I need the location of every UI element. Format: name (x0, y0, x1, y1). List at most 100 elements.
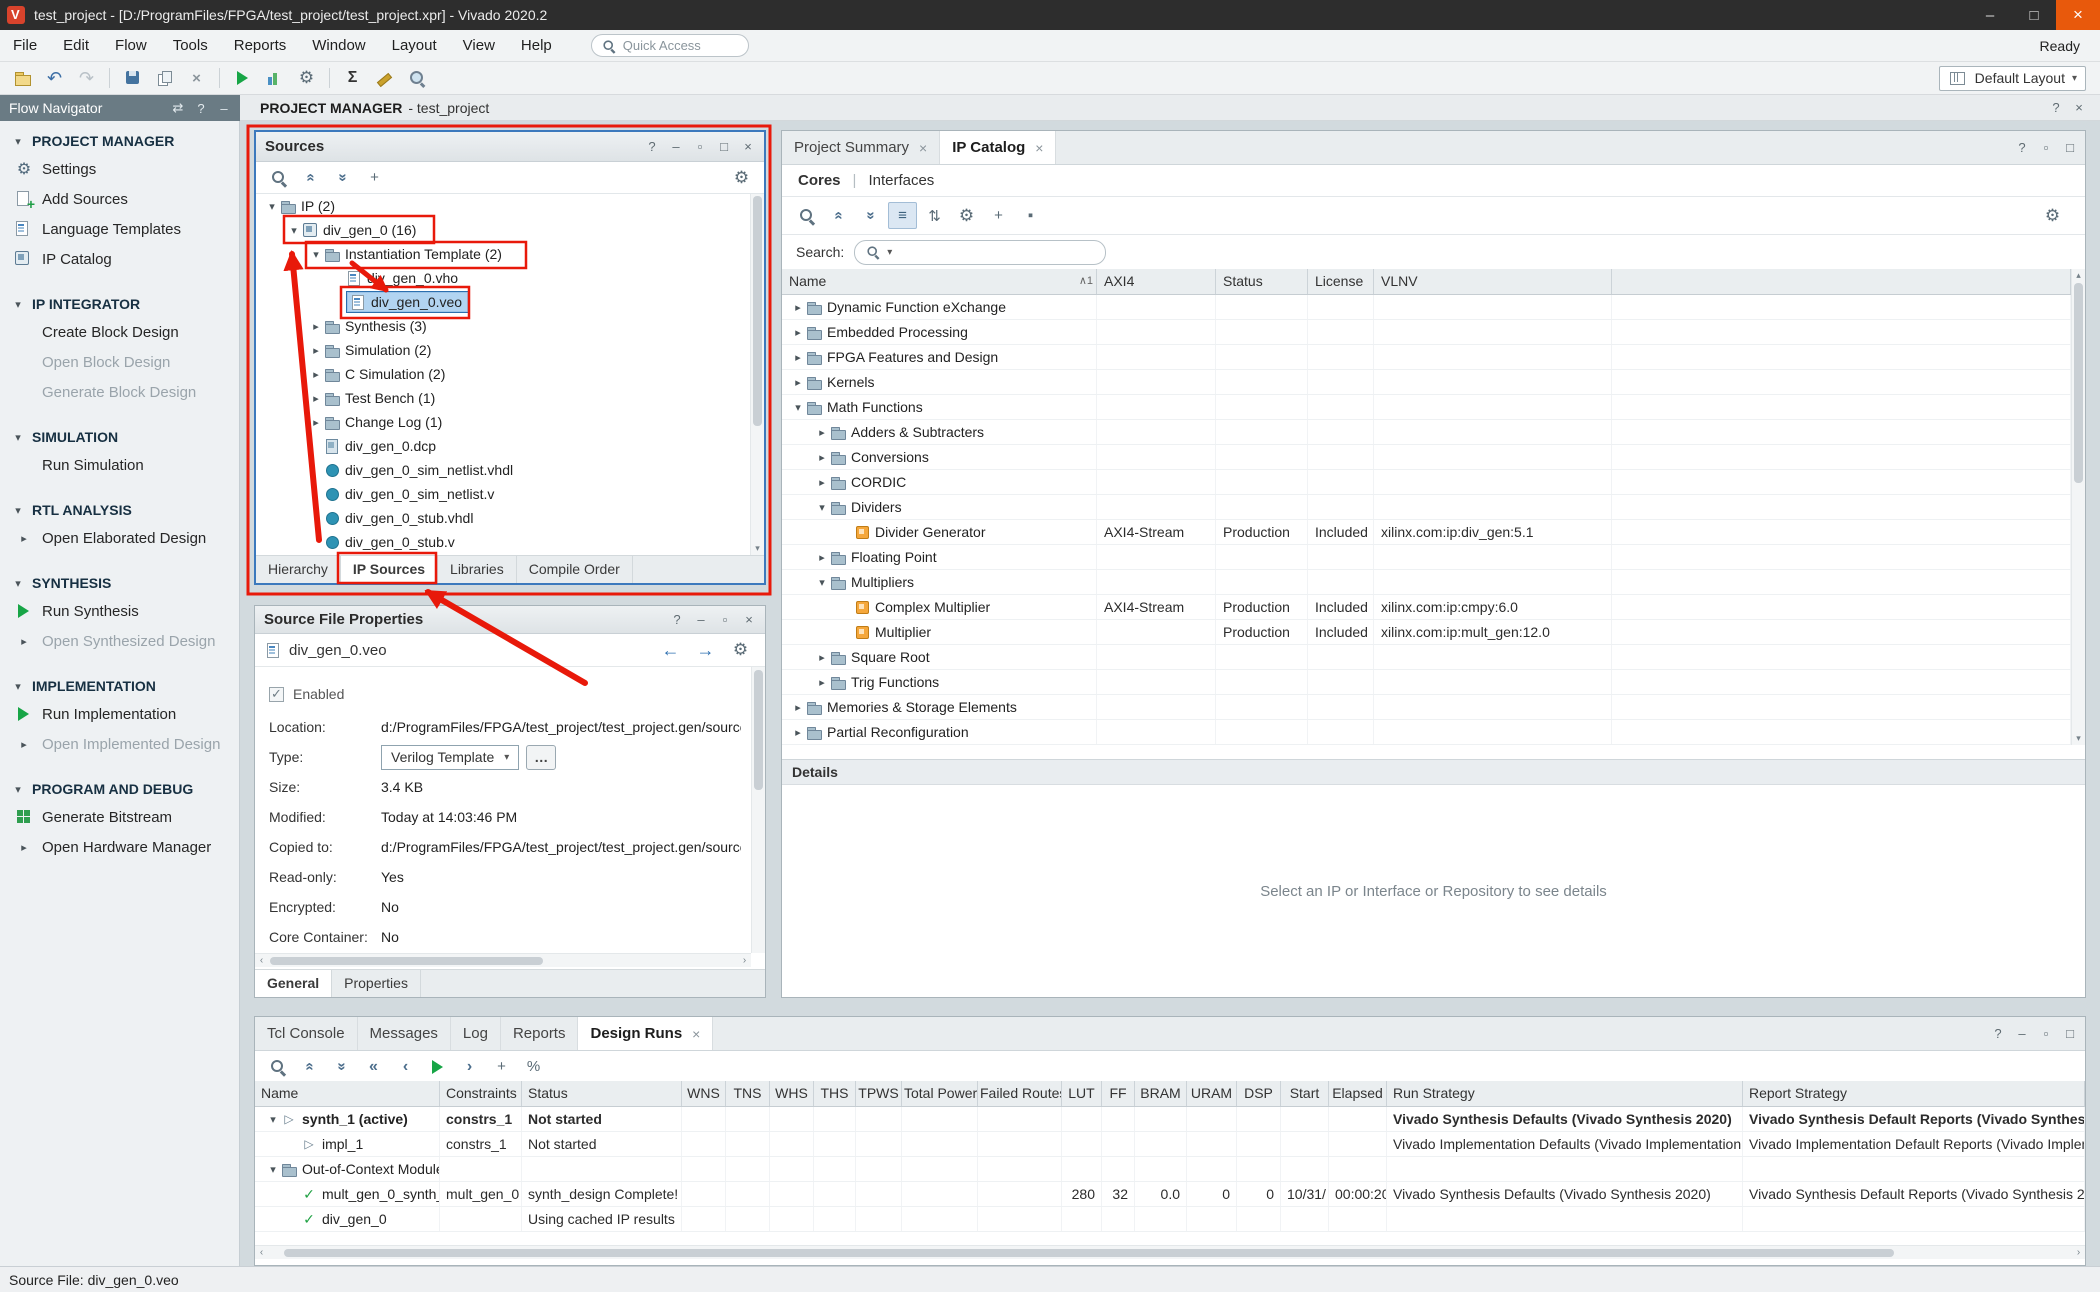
menu-help[interactable]: Help (508, 30, 565, 61)
column-header-start[interactable]: Start (1281, 1081, 1329, 1106)
chevron-right-icon[interactable]: ▸ (790, 726, 806, 739)
collapse-all-button[interactable]: « (824, 202, 853, 229)
tab-ip-catalog[interactable]: IP Catalog× (940, 131, 1056, 164)
ip-catalog-row-kernels[interactable]: ▸Kernels (782, 370, 2071, 395)
quick-access-search[interactable]: Quick Access (591, 34, 749, 57)
settings-button[interactable]: ⚙ (2038, 202, 2067, 229)
source-tree-item-div-gen-0-dcp[interactable]: div_gen_0.dcp (256, 434, 750, 458)
search-button[interactable] (264, 164, 293, 191)
chevron-down-icon[interactable]: ▾ (265, 1163, 281, 1176)
scroll-left-icon[interactable]: ‹ (255, 1247, 268, 1258)
column-header-tns[interactable]: TNS (726, 1081, 770, 1106)
sort-button[interactable]: ⇅ (920, 202, 949, 229)
chevron-right-icon[interactable]: ▸ (16, 635, 32, 648)
help-icon[interactable]: ? (2015, 140, 2029, 155)
sum-button[interactable]: Σ (338, 65, 367, 92)
chevron-right-icon[interactable]: ▸ (16, 532, 32, 545)
ip-catalog-row-adders-subtracters[interactable]: ▸Adders & Subtracters (782, 420, 2071, 445)
source-tree-item-test-bench-1[interactable]: ▸Test Bench (1) (256, 386, 750, 410)
design-run-row-out-of-context-module-runs[interactable]: ▾Out-of-Context Module Runs (255, 1157, 2085, 1182)
column-header-total-power[interactable]: Total Power (902, 1081, 978, 1106)
sidebar-item-open-implemented-design[interactable]: ▸Open Implemented Design (0, 729, 239, 759)
help-icon[interactable]: ? (670, 612, 684, 627)
chevron-right-icon[interactable]: ▸ (16, 841, 32, 854)
help-icon[interactable]: ? (194, 101, 208, 116)
chevron-right-icon[interactable]: ▸ (814, 651, 830, 664)
minimize-icon[interactable]: – (2015, 1026, 2029, 1041)
tab-general[interactable]: General (255, 970, 332, 997)
float-icon[interactable]: ▫ (718, 612, 732, 627)
group-by-category-button[interactable]: ≡ (888, 202, 917, 229)
column-header-name[interactable]: Name (255, 1081, 440, 1106)
pencil-button[interactable] (370, 65, 399, 92)
sidebar-item-open-block-design[interactable]: Open Block Design (0, 347, 239, 377)
collapse-all-button[interactable]: « (295, 1053, 324, 1080)
collapse-all-button[interactable]: « (296, 164, 325, 191)
column-header-ths[interactable]: THS (814, 1081, 856, 1106)
column-header-status[interactable]: Status (1216, 269, 1308, 294)
chevron-right-icon[interactable]: ▸ (790, 351, 806, 364)
tab-log[interactable]: Log (451, 1017, 501, 1050)
enabled-checkbox[interactable] (269, 687, 284, 702)
play-button[interactable] (423, 1053, 452, 1080)
chevron-right-icon[interactable]: ▸ (814, 426, 830, 439)
back-button[interactable]: ← (656, 637, 685, 664)
chevron-down-icon[interactable]: ▾ (10, 680, 26, 693)
source-tree-item-synthesis-3[interactable]: ▸Synthesis (3) (256, 314, 750, 338)
chevron-right-icon[interactable]: ▸ (814, 551, 830, 564)
tab-tcl-console[interactable]: Tcl Console (255, 1017, 358, 1050)
chevron-right-icon[interactable]: ▸ (814, 451, 830, 464)
scroll-right-icon[interactable]: › (738, 955, 751, 966)
maximize-button[interactable]: □ (2012, 0, 2056, 30)
source-tree-item-div-gen-0-stub-vhdl[interactable]: div_gen_0_stub.vhdl (256, 506, 750, 530)
column-header-name[interactable]: Name∧1 (782, 269, 1097, 294)
search-button[interactable] (263, 1053, 292, 1080)
play-button[interactable] (228, 65, 257, 92)
prev-button[interactable]: ‹ (391, 1053, 420, 1080)
tab-ip-sources[interactable]: IP Sources (341, 556, 438, 583)
float-icon[interactable]: ▫ (2039, 140, 2053, 155)
chevron-down-icon[interactable]: ▾ (10, 298, 26, 311)
sidebar-section-header[interactable]: ▾PROJECT MANAGER (0, 128, 239, 154)
ip-catalog-row-embedded-processing[interactable]: ▸Embedded Processing (782, 320, 2071, 345)
close-icon[interactable]: × (1035, 140, 1043, 156)
column-header-bram[interactable]: BRAM (1135, 1081, 1187, 1106)
minimize-button[interactable]: – (1968, 0, 2012, 30)
sidebar-section-header[interactable]: ▾RTL ANALYSIS (0, 497, 239, 523)
scroll-up-icon[interactable]: ▴ (2072, 270, 2085, 281)
chevron-right-icon[interactable]: ▸ (308, 344, 324, 357)
tab-compile-order[interactable]: Compile Order (517, 556, 633, 583)
first-button[interactable]: « (359, 1053, 388, 1080)
sidebar-item-open-elaborated-design[interactable]: ▸Open Elaborated Design (0, 523, 239, 553)
source-tree-item-div-gen-0-veo[interactable]: div_gen_0.veo (256, 290, 750, 314)
type-dropdown[interactable]: Verilog Template▾ (381, 745, 519, 770)
redo-button[interactable]: ↷ (72, 65, 101, 92)
ip-catalog-row-dividers[interactable]: ▾Dividers (782, 495, 2071, 520)
chevron-right-icon[interactable]: ▸ (308, 368, 324, 381)
source-tree-item-div-gen-0-stub-v[interactable]: div_gen_0_stub.v (256, 530, 750, 554)
add-button[interactable]: + (487, 1053, 516, 1080)
sidebar-item-generate-bitstream[interactable]: Generate Bitstream (0, 802, 239, 832)
details-button[interactable]: ▪ (1016, 202, 1045, 229)
tab-messages[interactable]: Messages (358, 1017, 451, 1050)
sidebar-item-create-block-design[interactable]: Create Block Design (0, 317, 239, 347)
column-header-whs[interactable]: WHS (770, 1081, 814, 1106)
settings-button[interactable]: ⚙ (292, 65, 321, 92)
menu-reports[interactable]: Reports (221, 30, 300, 61)
ip-catalog-row-conversions[interactable]: ▸Conversions (782, 445, 2071, 470)
tab-reports[interactable]: Reports (501, 1017, 579, 1050)
ip-catalog-row-divider-generator[interactable]: Divider GeneratorAXI4-StreamProductionIn… (782, 520, 2071, 545)
close-icon[interactable]: × (742, 612, 756, 627)
chevron-down-icon[interactable]: ▾ (10, 783, 26, 796)
close-icon[interactable]: × (741, 139, 755, 154)
close-button[interactable]: × (2056, 0, 2100, 30)
column-header-dsp[interactable]: DSP (1237, 1081, 1281, 1106)
sidebar-item-run-synthesis[interactable]: Run Synthesis (0, 596, 239, 626)
chevron-down-icon[interactable]: ▾ (10, 135, 26, 148)
subtab-interfaces[interactable]: Interfaces (868, 172, 934, 189)
menu-view[interactable]: View (450, 30, 508, 61)
help-icon[interactable]: ? (645, 139, 659, 154)
menu-file[interactable]: File (0, 30, 50, 61)
column-header-wns[interactable]: WNS (682, 1081, 726, 1106)
source-tree-item-c-simulation-2[interactable]: ▸C Simulation (2) (256, 362, 750, 386)
